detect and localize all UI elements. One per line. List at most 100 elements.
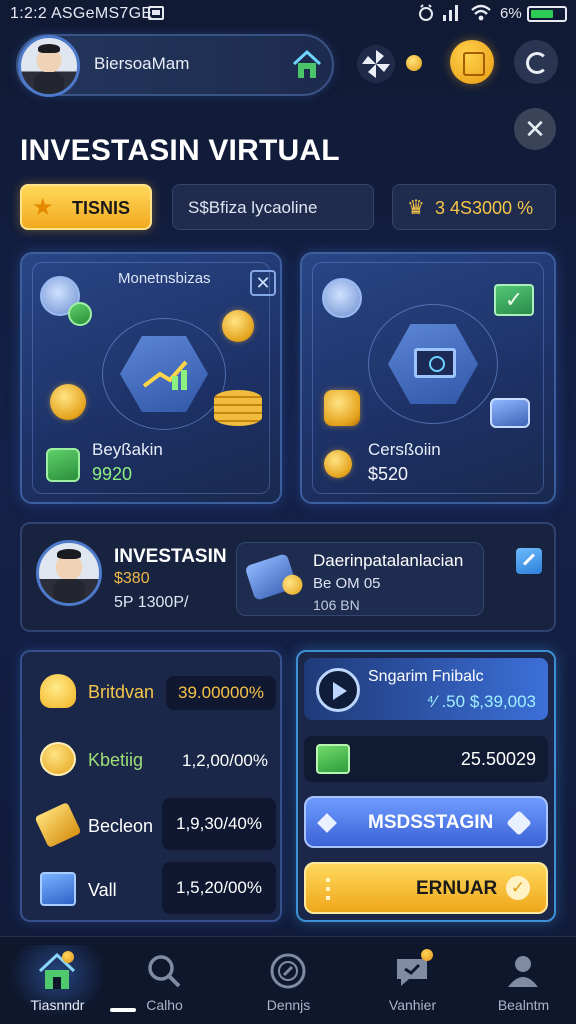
page-title: INVESTASIN VIRTUAL — [20, 134, 340, 167]
cash-icon — [316, 744, 350, 774]
tab-balance-label: 3 4S3000 % — [435, 198, 534, 218]
profile-icon — [508, 956, 538, 987]
card-close-button[interactable]: ✕ — [250, 270, 276, 296]
crown-icon: ♛ — [407, 197, 425, 219]
battery-fill — [531, 10, 554, 18]
nav-item-explore[interactable]: Dennjs — [231, 937, 346, 1024]
battery-percent: 6% — [500, 5, 522, 22]
tab-featured-label: TISNIS — [72, 198, 131, 218]
card-label: Cersßoiin — [368, 440, 441, 459]
home-indicator[interactable] — [110, 1008, 136, 1012]
card-value: 9920 — [92, 464, 133, 484]
coin-icon — [406, 55, 422, 71]
wifi-icon — [471, 4, 491, 21]
status-bar: 1:2:2 ASGeMS7GE 6% — [0, 0, 576, 28]
diamond-icon — [317, 813, 337, 833]
primary-action-label: MSDSSTAGIN — [368, 812, 494, 833]
check-icon: ✓ — [506, 876, 530, 900]
action-panel: Sngarim Fnibalc ⁴⁄ .50 $,39,003 25.50029… — [296, 650, 556, 922]
investor-amount: $380 — [114, 570, 150, 587]
nav-item-messages[interactable]: Vanhier — [355, 937, 470, 1024]
play-icon[interactable] — [316, 668, 360, 712]
confirm-label: ERNUAR — [416, 878, 498, 899]
stat-label: Vall — [88, 880, 117, 900]
bottom-nav: Tiasnndr Calho Dennjs Vanhier Bealntm — [0, 936, 576, 1024]
profile-name: BiersoaMam — [94, 54, 190, 73]
battery-icon — [527, 6, 567, 22]
tag-icon — [506, 810, 532, 836]
stat-value: 39.00000% — [166, 676, 276, 710]
stats-panel: Britdvan 39.00000% Kbetiig 1,2,00/00% Be… — [20, 650, 282, 922]
coin-icon — [222, 310, 254, 342]
gallery-notification-icon — [148, 6, 164, 20]
star-icon: ★ — [32, 194, 54, 221]
refresh-icon[interactable] — [514, 40, 558, 84]
gold-bar-icon — [34, 801, 82, 849]
card-value: $520 — [368, 464, 409, 484]
balance-value: 25.50029 — [460, 749, 536, 769]
stat-label: Becleon — [88, 816, 154, 836]
notification-dot — [421, 949, 433, 961]
nav-item-home[interactable]: Tiasnndr — [0, 937, 115, 1024]
wallet-icon[interactable] — [450, 40, 494, 84]
deal-line: 106 BN — [313, 597, 360, 613]
pinwheel-icon[interactable] — [356, 44, 396, 84]
tab-search-label: S$Bfiza lycaoline — [188, 198, 318, 217]
check-icon: ✓ — [494, 284, 534, 316]
stat-row[interactable]: Vall 1,5,20/00% — [36, 860, 276, 916]
stat-row[interactable]: Britdvan 39.00000% — [36, 662, 276, 718]
stat-row[interactable]: Becleon 1,9,30/40% — [34, 796, 276, 852]
nav-label: Dennjs — [266, 997, 311, 1013]
investor-sub: 5P 1300Р/ — [114, 594, 189, 611]
deal-title: Daerinpatalanlacian — [313, 551, 464, 570]
stat-value: 1,5,20/00% — [162, 862, 276, 914]
wallet-icon — [490, 398, 530, 428]
stat-value: 1,9,30/40% — [162, 798, 276, 850]
coins-icon — [40, 742, 76, 776]
coin-icon — [322, 278, 362, 318]
nav-label: Bealntm — [497, 997, 550, 1013]
alarm-icon — [419, 4, 433, 21]
stat-row[interactable]: Kbetiig 1,2,00/00% — [36, 730, 276, 786]
balance-row[interactable]: 25.50029 — [304, 736, 548, 782]
card-label: Beyßakin — [92, 440, 163, 459]
nav-item-profile[interactable]: Bealntm — [466, 937, 576, 1024]
stat-label: Kbetiig — [88, 750, 144, 770]
summary-amount: ⁴⁄ .50 $,39,003 — [426, 692, 536, 711]
summary-banner[interactable]: Sngarim Fnibalc ⁴⁄ .50 $,39,003 — [304, 658, 548, 720]
avatar[interactable] — [18, 35, 80, 97]
search-icon — [148, 955, 181, 988]
investor-card[interactable]: INVESTASIN $380 5P 1300Р/ Daerinpatalanl… — [20, 522, 556, 632]
investment-card-right[interactable]: ✓ Cersßoiin $520 — [300, 252, 556, 504]
stat-label: Britdvan — [88, 682, 155, 702]
edit-icon[interactable] — [516, 548, 542, 574]
profile-pill[interactable]: BiersoaMam — [16, 34, 334, 97]
stat-value: 1,2,00/00% — [181, 751, 268, 770]
coin-icon — [50, 384, 86, 420]
credit-card-icon — [40, 872, 76, 906]
lightbulb-icon — [40, 674, 76, 708]
primary-action-button[interactable]: MSDSSTAGIN — [304, 796, 548, 848]
dots-icon — [326, 878, 330, 900]
gift-icon — [324, 390, 360, 426]
deal-box[interactable]: Daerinpatalanlacian Be OM 05 106 BN — [236, 542, 484, 616]
signal-icon — [443, 5, 458, 21]
green-badge-icon — [68, 302, 92, 326]
investor-name: INVESTASIN — [114, 546, 227, 567]
investment-card-left[interactable]: Monetnsbizas ✕ Beyßakin 9920 — [20, 252, 282, 504]
status-time: 1:2:2 ASGeMS7GE — [10, 5, 153, 22]
nav-label: Vanhier — [388, 997, 437, 1013]
tab-featured[interactable]: ★ TISNIS — [20, 184, 152, 230]
investor-avatar[interactable] — [36, 540, 102, 606]
notification-dot — [62, 951, 74, 963]
close-button[interactable]: ✕ — [514, 108, 556, 150]
monitor-icon — [414, 348, 456, 378]
confirm-button[interactable]: ERNUAR ✓ — [304, 862, 548, 914]
tab-balance[interactable]: ♛ 3 4S3000 % — [392, 184, 556, 230]
deal-line: Be OM 05 — [313, 575, 381, 592]
tab-search[interactable]: S$Bfiza lycaoline — [172, 184, 374, 230]
nav-label: Tiasnndr — [30, 997, 85, 1013]
sun-coin-icon — [324, 450, 352, 478]
home-icon[interactable] — [290, 48, 324, 82]
summary-title: Sngarim Fnibalc — [368, 668, 484, 685]
